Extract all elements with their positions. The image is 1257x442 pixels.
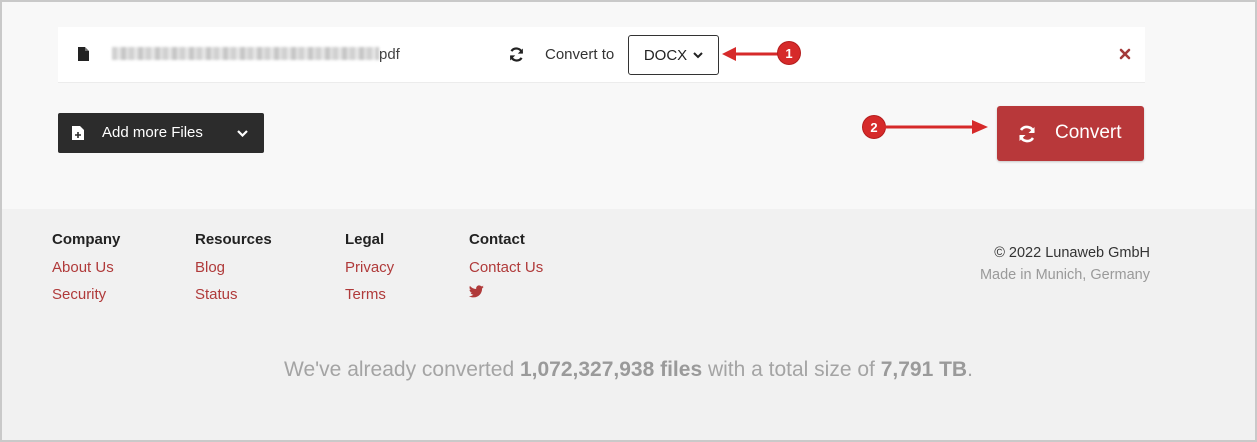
chevron-down-icon — [237, 130, 248, 137]
convert-button-label: Convert — [1055, 122, 1122, 143]
footer-contact: Contact Contact Us — [469, 231, 543, 298]
copyright-block: © 2022 Lunaweb GmbH Made in Munich, Germ… — [980, 242, 1150, 286]
close-icon[interactable] — [1119, 48, 1131, 60]
stats-suffix: . — [967, 358, 973, 381]
stats-middle: with a total size of — [702, 358, 881, 381]
made-in-text: Made in Munich, Germany — [979, 267, 1150, 283]
add-more-files-label: Add more Files — [102, 124, 203, 141]
file-extension: pdf — [379, 46, 400, 63]
footer-link-blog[interactable]: Blog — [195, 259, 272, 276]
file-plus-icon — [72, 126, 84, 140]
footer-link-status[interactable]: Status — [195, 286, 272, 303]
twitter-icon[interactable] — [469, 285, 484, 298]
add-more-files-button[interactable]: Add more Files — [58, 113, 264, 153]
footer-heading-resources: Resources — [195, 231, 272, 248]
footer-link-security[interactable]: Security — [52, 286, 120, 303]
convert-to-label: Convert to — [545, 46, 615, 63]
file-icon — [78, 47, 89, 61]
format-dropdown[interactable]: DOCX — [628, 35, 719, 75]
footer-legal: Legal Privacy Terms — [345, 231, 394, 313]
file-name-redacted — [112, 47, 379, 60]
format-dropdown-value: DOCX — [643, 46, 688, 64]
footer-company: Company About Us Security — [52, 231, 120, 313]
stats-prefix: We've already converted — [284, 358, 520, 381]
copyright-text: © 2022 Lunaweb GmbH — [994, 245, 1150, 261]
chevron-down-icon — [693, 51, 703, 58]
footer-heading-company: Company — [52, 231, 121, 248]
footer-heading-contact: Contact — [469, 231, 525, 248]
file-row: pdf Convert to DOCX — [58, 27, 1145, 83]
footer-heading-legal: Legal — [345, 231, 385, 248]
footer-resources: Resources Blog Status — [195, 231, 272, 313]
stats-total-size: 7,791 TB — [880, 358, 968, 381]
stats-files-count: 1,072,327,938 files — [519, 358, 703, 381]
annotation-badge-2: 2 — [863, 116, 885, 138]
conversion-stats: We've already converted 1,072,327,938 fi… — [2, 358, 1255, 382]
refresh-icon — [1019, 125, 1035, 143]
footer-link-terms[interactable]: Terms — [345, 286, 394, 303]
annotation-badge-1: 1 — [778, 42, 800, 64]
convert-button[interactable]: Convert — [997, 106, 1144, 161]
footer-link-contact-us[interactable]: Contact Us — [469, 259, 543, 276]
refresh-icon — [509, 47, 524, 62]
footer-link-about-us[interactable]: About Us — [52, 259, 120, 276]
footer-link-privacy[interactable]: Privacy — [345, 259, 394, 276]
